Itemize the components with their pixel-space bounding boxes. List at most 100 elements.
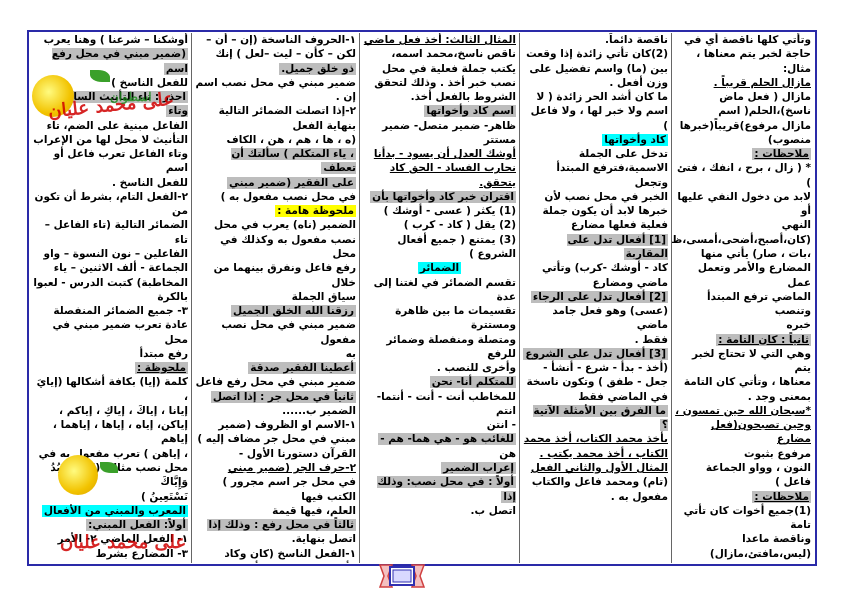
text-line: كاد - أوشك -كرب) وتأتي [523, 261, 668, 275]
text-line: الضمائر [363, 261, 516, 275]
text-line: (2)كان تأتي زائدة إذا وقعت [523, 47, 668, 61]
text-line: (أخذ - بدأ - شرع - أنشأ - [523, 361, 668, 375]
text-span: الضمير ب...... [282, 404, 356, 417]
text-span: ملاحظات : [752, 148, 811, 161]
text-span: كاد - أوشك -كرب) وتأتي [542, 262, 668, 275]
text-span: ، ياء المتكلم ) سألتك أن تعطف [231, 148, 356, 175]
text-span: رفع فاعل ونفرق بينهما من خلال [213, 262, 356, 289]
text-span: أعطينا الفقير صدقة [248, 362, 356, 375]
text-span: ماضي ومضارع [592, 276, 668, 289]
text-span: اسم ولا خبر لها ، ولا فاعل ) [530, 105, 668, 132]
text-line: فعلية فعلها مضارع [523, 218, 668, 232]
text-span: (كان،أصبح،أضحى،أمسى،ظل [672, 233, 811, 246]
text-span: [3] أفعال تدل على الشروع [523, 347, 668, 360]
text-span: في محل نصب مفعول به ) [220, 190, 356, 203]
text-span: على الفقير (ضمير مبني [226, 176, 356, 189]
text-span: * ( زال ، برح ، انفك ، فتئ ) [677, 162, 811, 189]
text-line: الجماعة - ألف الاثنين – ياء [33, 261, 188, 275]
text-span: جعل - طفق ) وتكون ناسخة [526, 376, 668, 389]
text-line: للمتكلم أنا- نحن [363, 375, 516, 389]
document-page: وتأتي كلها ناقصة أي في حاجة لخبر يتم معنا… [0, 0, 842, 596]
text-line: مازال مرفوع)قريباً(خبرها [675, 119, 811, 133]
text-line: ،بات ، صار) يأتي منها [675, 247, 811, 261]
text-span: (تام) ومحمد فاعل والكتاب [531, 476, 668, 489]
text-span: ٢-إذا اتصلت الضمائر التالية [218, 105, 356, 118]
text-span: (ليس،مافتئ،مازال) [709, 547, 811, 560]
text-line: رفع مبتدأ [33, 347, 189, 361]
text-span: رزقنا الله الخلق الجميل [230, 305, 356, 318]
text-span: ناقص ناسخ،محمد اسمه، [391, 48, 516, 61]
text-line: اتصل بنهاية. [195, 532, 356, 546]
text-line: الفاعلين – نون النسوة – واو [33, 247, 188, 261]
text-line: حاجة لخبر يتم معناها ، مثال: [675, 47, 811, 76]
text-line: بالكرة [33, 290, 188, 304]
text-span: ما كان أشد الحر زائدة ( لا [536, 91, 669, 104]
text-line: [1] أفعال تدل على المقاربة [523, 233, 668, 262]
text-line: ثانياً في محل جر : إذا اتصل [195, 390, 356, 404]
text-span: وحين تصبحون(فعل مضارع [710, 419, 811, 446]
columns-container: وتأتي كلها ناقصة أي في حاجة لخبر يتم معنا… [30, 33, 814, 563]
text-line: (2) يقل ( كاد - كرب ) [363, 218, 516, 232]
text-line: تقسيمات ما بين ظاهرة ومستترة [363, 304, 516, 333]
text-span: تدخل على الجملة [578, 148, 668, 161]
text-span: ثالثاً في محل رفع : وذلك إذا [206, 519, 356, 532]
text-span: مفعول به . [610, 490, 668, 503]
text-span: ثانياً : كان التامة : [716, 333, 811, 346]
text-line: ملحوظة : [33, 361, 188, 375]
text-line: للغائب هو - هي هما- هم - [363, 432, 516, 446]
text-line: به [195, 347, 356, 361]
text-span: وأخرى للنصب . [436, 362, 516, 375]
text-line: ملاحظات : [675, 147, 811, 161]
text-line: ملحوظة هامة : [195, 204, 356, 218]
text-line: مازال ( فعل ماض [675, 90, 811, 104]
text-line: مستتر [363, 133, 516, 147]
text-line: ٢-حرف الجر (ضمير مبني [195, 461, 356, 475]
text-line: أوشكنا – شرعنا ) وهنا يعرب [33, 33, 188, 47]
text-line: النون ، وواو الجماعة فاعل ) [675, 461, 811, 490]
text-span: اقتران خبر كاد وأخواتها بأن [370, 190, 516, 203]
text-span: [1] أفعال تدل على المقاربة [567, 233, 668, 260]
text-span: نصب مفعول به وكذلك في محل [220, 233, 356, 260]
text-line: اتصاله بنون النسوة(الطالبات [33, 561, 188, 563]
text-line: إيانا ، إياكَ ، إياكِ ، إياكم ، [33, 404, 188, 418]
text-span: إن . [335, 91, 356, 104]
text-span: نصب خبر أخذ . وذلك لتحقق [374, 76, 516, 89]
text-span: خبرها لابد أن يكون جملة [542, 205, 668, 218]
text-span: (أخذ - بدأ - شرع - أنشأ - [543, 362, 668, 375]
column-4: ١-الحروف الناسخة (إن – أن – لكن – كأن – ل… [192, 33, 360, 563]
text-span: مستتر [483, 133, 516, 146]
column-3: المثال الثالث: أخذ فعل ماضي ناقص ناسخ،محم… [360, 33, 520, 563]
text-line: اتصل ب. [363, 504, 516, 518]
text-span: حاجة لخبر يتم معناها ، مثال: [696, 48, 811, 75]
text-line: للمخاطب أنت - أنت - أنتما- انتم [363, 390, 516, 419]
text-line: في محل جر اسم مجرور ) الكتب فيها [195, 475, 356, 504]
text-span: رفع مبتدأ [139, 347, 189, 360]
text-line: مفعول به . [523, 490, 668, 504]
text-line: ٢-الفعل التام، بشرط أن تكون من [33, 190, 188, 219]
text-line: ثالثاً في محل رفع : وذلك إذا [195, 518, 356, 532]
ribbon-nav-icon[interactable] [378, 563, 426, 589]
text-span: النون ، وواو الجماعة فاعل ) [705, 461, 811, 489]
text-span: ٢-الفعل التام، بشرط أن تكون من [34, 190, 188, 218]
text-span: - انتن [486, 419, 516, 432]
text-span: القرآن دستورنا الأول - [238, 447, 356, 460]
text-span: ١-الحروف الناسخة (إن – أن – [206, 34, 356, 46]
text-line: ناسخ)،الحلم( اسم [675, 104, 811, 118]
text-line: يأخذ محمد الكتاب، أخذ محمد [523, 432, 668, 446]
text-line: أولاً : في محل نصب: وذلك إذا [363, 475, 516, 504]
watermark-name-2: على محمد عليان [60, 532, 187, 553]
column-2: ناقصة دائماً. (2)كان تأتي زائدة إذا وقعت ب… [520, 33, 672, 563]
text-span: بالكرة [157, 290, 188, 303]
text-line: إعراب الضمير [363, 461, 516, 475]
text-span: أولاً : في محل نصب: وذلك إذا [377, 476, 516, 503]
text-span: ٢-حرف الجر (ضمير مبني [227, 461, 356, 474]
text-line: (ه ، ها ، هم ، هن ، الكاف [195, 133, 356, 147]
text-line: خبره [675, 318, 811, 332]
text-span: اتصل ب. [470, 504, 516, 517]
text-line: أوشك العدل أن يسود - بدأنا [363, 147, 516, 161]
text-span: الخبر في محل نصب لأن [544, 190, 668, 203]
text-span: نَسْتَعِينُ ) [140, 490, 188, 503]
text-span: (عسى) وهو فعل جامد ماضي [552, 305, 668, 332]
text-line: اسم كاد وأخواتها [363, 104, 516, 118]
text-line: الاسمية،فترفع المبتدأ وتجعل [523, 161, 668, 190]
